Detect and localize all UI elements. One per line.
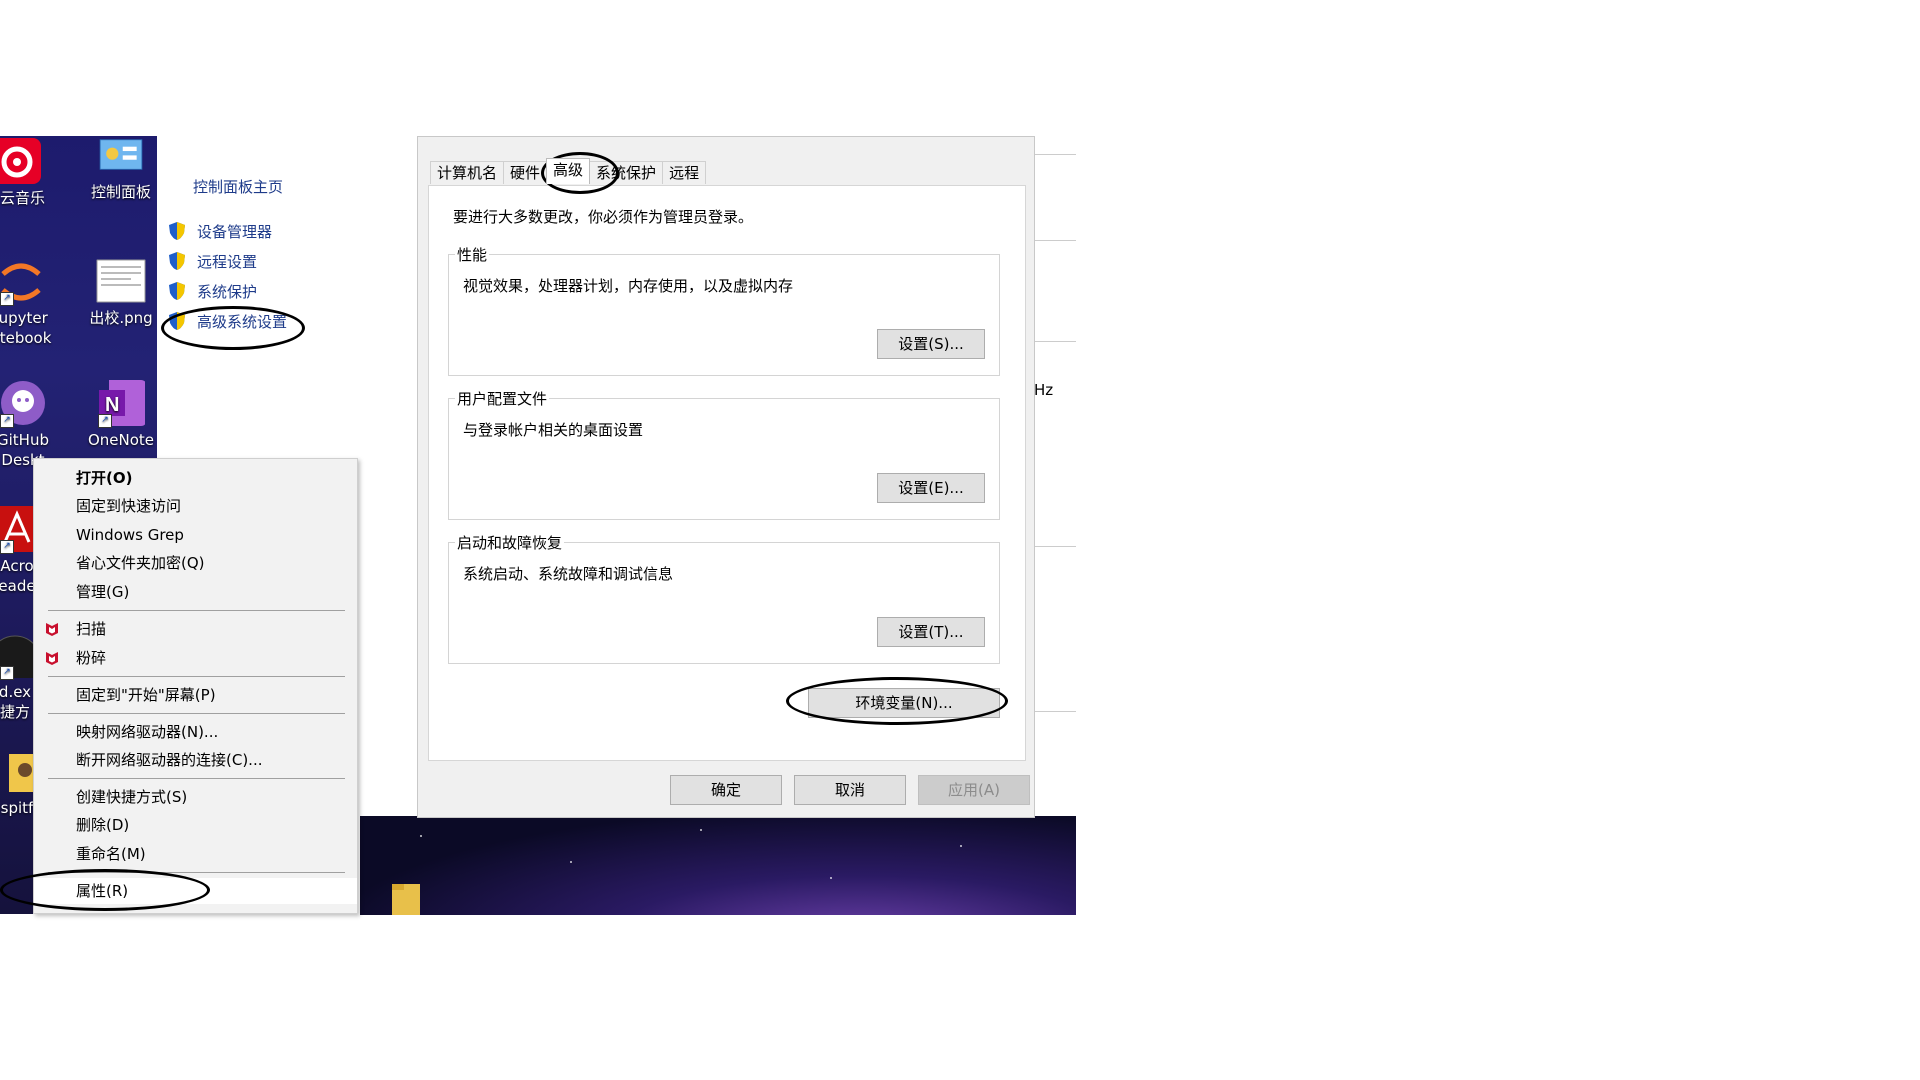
menu-item-delete[interactable]: 删除(D) [34,812,357,838]
star-decoration [570,861,572,863]
desktop-icon-github-desktop[interactable]: GitHub Deskt ↗ [0,380,62,470]
menu-item-label: 粉碎 [76,649,107,667]
group-description: 与登录帐户相关的桌面设置 [463,421,644,439]
shortcut-arrow-icon: ↗ [0,666,14,680]
netease-music-icon [0,138,41,184]
system-properties-dialog: 计算机名 硬件 高级 系统保护 远程 要进行大多数更改，你必须作为管理员登录。 … [417,136,1035,818]
uac-shield-icon [169,252,185,270]
desktop-icon-label: 出校.png [89,309,153,327]
folder-icon [392,884,420,915]
menu-item-pin-start[interactable]: 固定到"开始"屏幕(P) [34,682,357,708]
group-title: 用户配置文件 [455,388,550,409]
desktop-icon-label: 易云音乐 [0,189,45,207]
uac-shield-icon [169,312,185,330]
uac-shield-icon [169,222,185,240]
menu-item-rename[interactable]: 重命名(M) [34,841,357,867]
desktop-icon-label: OneNote [87,431,155,449]
desktop-wallpaper [360,815,1076,915]
star-decoration [700,829,702,831]
menu-separator [48,610,345,611]
control-panel-home-link[interactable]: 控制面板主页 [193,176,283,197]
startup-recovery-group: 启动和故障恢复 系统启动、系统故障和调试信息 设置(T)... [448,532,1000,664]
control-panel-icon [99,139,143,170]
context-menu: 打开(O) 固定到快速访问 Windows Grep 省心文件夹加密(Q) 管理… [33,458,358,914]
menu-separator [48,778,345,779]
admin-notice: 要进行大多数更改，你必须作为管理员登录。 [453,208,754,226]
desktop-icon-jupyter[interactable]: Jupyter otebook ↗ [0,258,60,348]
performance-group: 性能 视觉效果，处理器计划，内存使用，以及虚拟内存 设置(S)... [448,244,1000,376]
shortcut-arrow-icon: ↗ [98,414,112,428]
uac-shield-icon [169,282,185,300]
desktop-icon-netease-music[interactable]: 易云音乐 [0,138,54,208]
divider [1034,240,1076,241]
divider [1034,711,1076,712]
menu-separator [48,713,345,714]
menu-item-scan[interactable]: 扫描 [34,616,357,642]
tab-strip: 计算机名 硬件 高级 系统保护 远程 [430,158,707,185]
star-decoration [960,845,962,847]
environment-variables-button[interactable]: 环境变量(N)... [808,688,1000,718]
menu-item-properties[interactable]: 属性(R) [34,878,357,904]
mcafee-icon [46,652,58,665]
image-file-icon [96,259,146,303]
divider [1034,154,1076,155]
device-manager-link[interactable]: 设备管理器 [167,220,272,242]
startup-recovery-settings-button[interactable]: 设置(T)... [877,617,985,647]
menu-item-windows-grep[interactable]: Windows Grep [34,522,357,548]
svg-text:N: N [105,394,119,416]
menu-item-folder-encrypt[interactable]: 省心文件夹加密(Q) [34,550,357,576]
device-manager-label: 设备管理器 [197,222,273,241]
mcafee-icon [46,623,58,636]
remote-settings-label: 远程设置 [197,252,258,271]
star-decoration [420,835,422,837]
group-title: 启动和故障恢复 [455,532,565,553]
background-window: Hz [1033,136,1076,816]
shortcut-arrow-icon: ↗ [0,540,14,554]
menu-separator [48,676,345,677]
ok-button[interactable]: 确定 [670,775,782,805]
tab-advanced[interactable]: 高级 [546,158,591,184]
menu-item-open[interactable]: 打开(O) [34,465,357,491]
desktop-icon-label-line1: GitHub [0,431,49,449]
desktop-icon-image-file[interactable]: 出校.png [82,258,157,328]
user-profiles-group: 用户配置文件 与登录帐户相关的桌面设置 设置(E)... [448,388,1000,520]
divider [1034,546,1076,547]
group-description: 视觉效果，处理器计划，内存使用，以及虚拟内存 [463,277,794,295]
group-title: 性能 [455,244,490,265]
performance-settings-button[interactable]: 设置(S)... [877,329,985,359]
desktop-icon-onenote[interactable]: N OneNote ↗ [82,380,157,450]
system-protection-link[interactable]: 系统保护 [167,280,257,302]
menu-item-label: 扫描 [76,620,107,638]
tab-computer-name[interactable]: 计算机名 [430,161,505,184]
apply-button[interactable]: 应用(A) [918,775,1030,805]
divider [1034,341,1076,342]
tab-hardware[interactable]: 硬件 [503,161,548,184]
user-profiles-settings-button[interactable]: 设置(E)... [877,473,985,503]
desktop-icon-control-panel[interactable]: 控制面板 [82,138,157,202]
tab-system-protection[interactable]: 系统保护 [589,161,664,184]
cancel-button[interactable]: 取消 [794,775,906,805]
group-description: 系统启动、系统故障和调试信息 [463,565,674,583]
remote-settings-link[interactable]: 远程设置 [167,250,257,272]
menu-item-manage[interactable]: 管理(G) [34,579,357,605]
processor-speed-fragment: Hz [1034,381,1054,399]
menu-item-disconnect-network-drive[interactable]: 断开网络驱动器的连接(C)... [34,747,357,773]
desktop-icon-label: 控制面板 [90,183,151,201]
desktop-icon-label-line1: Jupyter [0,309,48,327]
shortcut-arrow-icon: ↗ [0,292,14,306]
advanced-system-settings-link[interactable]: 高级系统设置 [167,310,287,332]
advanced-tab-panel: 要进行大多数更改，你必须作为管理员登录。 性能 视觉效果，处理器计划，内存使用，… [428,185,1026,761]
menu-item-pin-quick-access[interactable]: 固定到快速访问 [34,493,357,519]
menu-item-map-network-drive[interactable]: 映射网络驱动器(N)... [34,719,357,745]
desktop-icon-label-line2: otebook [0,329,52,347]
shortcut-arrow-icon: ↗ [0,414,14,428]
advanced-system-settings-label: 高级系统设置 [197,312,288,331]
menu-item-create-shortcut[interactable]: 创建快捷方式(S) [34,784,357,810]
menu-item-shred[interactable]: 粉碎 [34,645,357,671]
menu-separator [48,872,345,873]
system-protection-label: 系统保护 [197,282,258,301]
tab-remote[interactable]: 远程 [662,161,707,184]
star-decoration [830,877,832,879]
